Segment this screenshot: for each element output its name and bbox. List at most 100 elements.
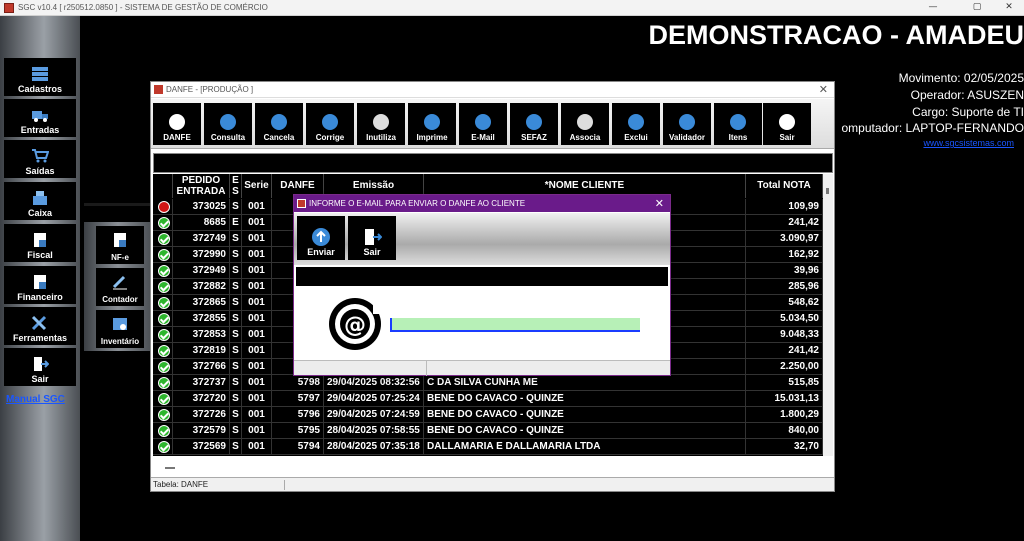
status-cell bbox=[153, 247, 173, 263]
table-row[interactable]: 372569 S 001 5794 28/04/2025 07:35:18 DALLAMA… bbox=[153, 439, 823, 455]
main-sidebar: Cadastros Entradas Saídas Caixa Fiscal F… bbox=[0, 16, 80, 541]
sidebar-item-fiscal[interactable]: Fiscal bbox=[4, 224, 76, 262]
error-status-icon bbox=[158, 201, 170, 213]
toolbar-button-cancela[interactable]: Cancela bbox=[255, 103, 303, 145]
col-es[interactable]: E S bbox=[230, 174, 242, 198]
cell-es: E bbox=[230, 215, 242, 231]
danfe-close-button[interactable]: ✕ bbox=[819, 83, 828, 96]
cell-pedido: 372865 bbox=[173, 295, 230, 311]
email-input[interactable] bbox=[390, 318, 640, 332]
check-status-icon bbox=[158, 233, 170, 245]
cell-es: S bbox=[230, 263, 242, 279]
check-status-icon bbox=[158, 377, 170, 389]
website-link[interactable]: www.sgcsistemas.com bbox=[923, 138, 1014, 148]
status-cell bbox=[153, 199, 173, 215]
register-icon bbox=[31, 190, 49, 206]
scroll-thumb[interactable] bbox=[826, 188, 829, 194]
toolbar-button-exclui[interactable]: Exclui bbox=[612, 103, 660, 145]
table-hscroll-indicator[interactable] bbox=[165, 467, 175, 469]
toolbar-button-consulta[interactable]: Consulta bbox=[204, 103, 252, 145]
app-titlebar: SGC v10.4 [ r250512.0850 ] - SISTEMA DE … bbox=[0, 0, 1024, 16]
cell-serie: 001 bbox=[242, 231, 272, 247]
status-cell bbox=[153, 311, 173, 327]
sair-icon bbox=[779, 114, 795, 130]
toolbar-button-validador[interactable]: Validador bbox=[663, 103, 711, 145]
table-row[interactable]: 372726 S 001 5796 29/04/2025 07:24:59 BENE DO… bbox=[153, 407, 823, 423]
manual-link[interactable]: Manual SGC bbox=[6, 394, 65, 405]
table-row[interactable]: 372737 S 001 5798 29/04/2025 08:32:56 C DA SI… bbox=[153, 375, 823, 391]
sidebar-item-sair[interactable]: Sair bbox=[4, 348, 76, 386]
cell-serie: 001 bbox=[242, 327, 272, 343]
sidebar-item-label: Saídas bbox=[25, 166, 55, 176]
sidebar-item-saidas[interactable]: Saídas bbox=[4, 140, 76, 178]
cell-cliente: BENE DO CAVACO - QUINZE bbox=[424, 423, 746, 439]
toolbar-button-itens[interactable]: Itens bbox=[714, 103, 762, 145]
maximize-button[interactable]: ▢ bbox=[962, 0, 992, 16]
sidebar-item-caixa[interactable]: Caixa bbox=[4, 182, 76, 220]
sidebar-item-ferramentas[interactable]: Ferramentas bbox=[4, 307, 76, 345]
toolbar-button-sair[interactable]: Sair bbox=[763, 103, 811, 145]
col-serie[interactable]: Serie bbox=[242, 174, 272, 198]
cell-total: 241,42 bbox=[746, 215, 823, 231]
sidebar-item-label: Ferramentas bbox=[12, 333, 68, 343]
toolbar-button-label: Exclui bbox=[624, 133, 648, 142]
toolbar-button-e-mail[interactable]: E-Mail bbox=[459, 103, 507, 145]
status-cell bbox=[153, 279, 173, 295]
close-button[interactable]: ✕ bbox=[994, 0, 1024, 16]
sidebar-item-label: Financeiro bbox=[17, 292, 63, 302]
status-cell bbox=[153, 439, 173, 455]
document-icon bbox=[31, 232, 49, 248]
subpanel-item-contador[interactable]: Contador bbox=[96, 268, 144, 306]
dialog-exit-button[interactable]: Sair bbox=[348, 216, 396, 260]
subpanel-header bbox=[84, 206, 152, 222]
table-row[interactable]: 372579 S 001 5795 28/04/2025 07:58:55 BENE DO… bbox=[153, 423, 823, 439]
corrige-icon bbox=[322, 114, 338, 130]
toolbar-button-sefaz[interactable]: SEFAZ bbox=[510, 103, 558, 145]
sidebar-item-financeiro[interactable]: Financeiro bbox=[4, 266, 76, 304]
sidebar-item-cadastros[interactable]: Cadastros bbox=[4, 58, 76, 96]
col-pedido[interactable]: PEDIDO ENTRADA bbox=[173, 174, 230, 198]
danfe-window-title: DANFE - [PRODUÇÃO ] bbox=[166, 85, 254, 94]
cell-pedido: 372855 bbox=[173, 311, 230, 327]
cell-pedido: 372569 bbox=[173, 439, 230, 455]
minimize-button[interactable]: — bbox=[918, 0, 948, 16]
exit-label: Sair bbox=[363, 247, 381, 257]
cell-total: 15.031,13 bbox=[746, 391, 823, 407]
email-dialog-close-button[interactable]: ✕ bbox=[655, 197, 664, 210]
truck-icon bbox=[31, 107, 49, 123]
danfe-toolbar: DANFE Consulta Cancela Corrige Inutiliza Impr… bbox=[151, 99, 834, 149]
check-status-icon bbox=[158, 281, 170, 293]
toolbar-button-label: E-Mail bbox=[471, 133, 495, 142]
associa-icon bbox=[577, 114, 593, 130]
toolbar-button-associa[interactable]: Associa bbox=[561, 103, 609, 145]
cell-es: S bbox=[230, 407, 242, 423]
imprime-icon bbox=[424, 114, 440, 130]
cell-total: 3.090,97 bbox=[746, 231, 823, 247]
sidebar-item-entradas[interactable]: Entradas bbox=[4, 99, 76, 137]
sidebar-item-label: Sair bbox=[31, 374, 49, 384]
exclui-icon bbox=[628, 114, 644, 130]
cell-pedido: 372749 bbox=[173, 231, 230, 247]
check-status-icon bbox=[158, 313, 170, 325]
operator-role: Cargo: Suporte de TI bbox=[912, 105, 1024, 119]
cell-serie: 001 bbox=[242, 391, 272, 407]
toolbar-button-imprime[interactable]: Imprime bbox=[408, 103, 456, 145]
toolbar-button-label: Validador bbox=[668, 133, 705, 142]
cell-emissao: 29/04/2025 08:32:56 bbox=[324, 375, 424, 391]
toolbar-button-corrige[interactable]: Corrige bbox=[306, 103, 354, 145]
cell-danfe: 5797 bbox=[272, 391, 324, 407]
toolbar-button-inutiliza[interactable]: Inutiliza bbox=[357, 103, 405, 145]
cell-emissao: 29/04/2025 07:24:59 bbox=[324, 407, 424, 423]
send-label: Enviar bbox=[307, 247, 335, 257]
status-text: Tabela: DANFE bbox=[153, 480, 209, 489]
cell-pedido: 372990 bbox=[173, 247, 230, 263]
toolbar-button-danfe[interactable]: DANFE bbox=[153, 103, 201, 145]
table-row[interactable]: 372720 S 001 5797 29/04/2025 07:25:24 BENE DO… bbox=[153, 391, 823, 407]
table-vscrollbar[interactable] bbox=[823, 174, 833, 456]
send-button[interactable]: Enviar bbox=[297, 216, 345, 260]
col-total[interactable]: Total NOTA bbox=[746, 174, 823, 198]
subpanel-item-nfe[interactable]: NF-e bbox=[96, 226, 144, 264]
subpanel-item-inventario[interactable]: Inventário bbox=[96, 310, 144, 348]
app-logo-icon bbox=[4, 2, 14, 13]
check-status-icon bbox=[158, 249, 170, 261]
